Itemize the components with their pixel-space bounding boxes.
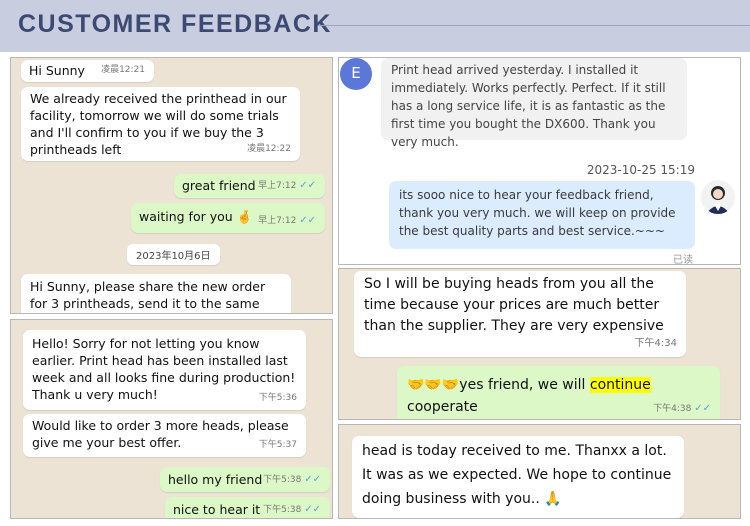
avatar: E <box>340 58 372 90</box>
avatar <box>701 180 735 214</box>
message-text: So I will be buying heads from you all t… <box>364 276 664 334</box>
chat-panel-1: Hi Sunny 凌晨12:21 We already received the… <box>10 57 333 314</box>
read-status: 已读 <box>673 255 693 265</box>
message-bubble: Print head arrived yesterday. I installe… <box>381 58 687 149</box>
message-timestamp: 2023-10-25 15:19 <box>586 163 695 177</box>
double-check-icon: ✓✓ <box>299 180 316 191</box>
message-bubble: hello my friend 下午5:38 ✓✓ <box>160 467 330 492</box>
page-title: CUSTOMER FEEDBACK <box>18 10 332 38</box>
message-bubble: nice to hear it 下午5:38 ✓✓ <box>165 497 330 518</box>
double-check-icon: ✓✓ <box>304 474 321 485</box>
double-check-icon: ✓✓ <box>694 403 711 414</box>
message-meta: 早上7:12 ✓✓ <box>258 177 316 195</box>
header-divider <box>318 25 750 26</box>
message-time: 下午5:36 <box>258 393 297 403</box>
message-text: head is today received to me. Thanxx a l… <box>362 443 672 507</box>
date-separator: 2023年10月6日 <box>127 244 220 265</box>
profile-photo-icon <box>706 186 730 214</box>
message-text: great friend <box>182 178 256 193</box>
handshake-icon: 🤝🤝🤝 <box>407 377 460 393</box>
double-check-icon: ✓✓ <box>304 504 321 515</box>
message-text: Hi Sunny, please share the new order for… <box>30 279 266 311</box>
message-text: Hi Sunny <box>29 63 85 78</box>
message-time: 早上7:12 <box>258 216 297 226</box>
message-text: Hello! Sorry for not letting you know ea… <box>32 336 296 402</box>
page-header: CUSTOMER FEEDBACK <box>0 0 750 52</box>
praying-hands-icon: 🙏 <box>544 491 562 507</box>
chat-panel-3: Hello! Sorry for not letting you know ea… <box>10 319 333 519</box>
message-bubble: waiting for you 🤞 早上7:12 ✓✓ <box>131 203 325 233</box>
message-time: 下午5:38 <box>263 505 302 515</box>
chat-panel-5: head is today received to me. Thanxx a l… <box>338 424 741 519</box>
message-text: nice to hear it <box>173 502 261 517</box>
message-text: waiting for you <box>139 209 233 224</box>
message-bubble: great friend 早上7:12 ✓✓ <box>174 174 325 198</box>
message-meta: 早上7:12 ✓✓ <box>258 212 316 230</box>
message-bubble: So I will be buying heads from you all t… <box>354 271 686 357</box>
message-text: its sooo nice to hear your feedback frie… <box>399 188 676 238</box>
message-text: hello my friend <box>168 472 263 487</box>
message-time: 凌晨12:22 <box>247 144 291 154</box>
message-meta: 下午5:38 ✓✓ <box>263 471 321 489</box>
message-text: yes friend, we will <box>459 377 590 393</box>
message-meta: 下午5:38 ✓✓ <box>263 501 321 518</box>
message-meta: 下午4:38 ✓✓ <box>653 398 711 419</box>
message-bubble: its sooo nice to hear your feedback frie… <box>389 181 695 249</box>
message-text: cooperate <box>407 399 478 415</box>
message-bubble: Hi Sunny 凌晨12:21 <box>21 60 154 82</box>
message-time: 凌晨12:21 <box>101 65 145 75</box>
message-time: 下午4:34 <box>634 338 677 349</box>
message-time: 下午5:37 <box>258 440 297 450</box>
chat-panel-2: E Print head arrived yesterday. I instal… <box>338 57 741 265</box>
message-text: Would like to order 3 more heads, please… <box>32 418 289 450</box>
avatar-letter: E <box>351 64 361 82</box>
message-time: 下午5:38 <box>263 475 302 485</box>
message-bubble: head is today received to me. Thanxx a l… <box>352 436 684 518</box>
double-check-icon: ✓✓ <box>299 215 316 226</box>
crossed-fingers-icon: 🤞 <box>236 209 253 224</box>
message-bubble: Hello! Sorry for not letting you know ea… <box>23 330 306 410</box>
message-text: Print head arrived yesterday. I installe… <box>391 63 666 149</box>
message-time: 下午4:38 <box>653 404 692 414</box>
highlighted-text: continue <box>589 377 651 393</box>
message-bubble: Would like to order 3 more heads, please… <box>23 414 306 457</box>
message-bubble: 🤝🤝🤝yes friend, we will continue cooperat… <box>397 366 720 419</box>
message-time: 早上7:12 <box>258 181 297 191</box>
message-bubble: We already received the printhead in our… <box>21 87 300 161</box>
message-bubble: Hi Sunny, please share the new order for… <box>21 274 291 313</box>
chat-panel-4: So I will be buying heads from you all t… <box>338 268 741 420</box>
